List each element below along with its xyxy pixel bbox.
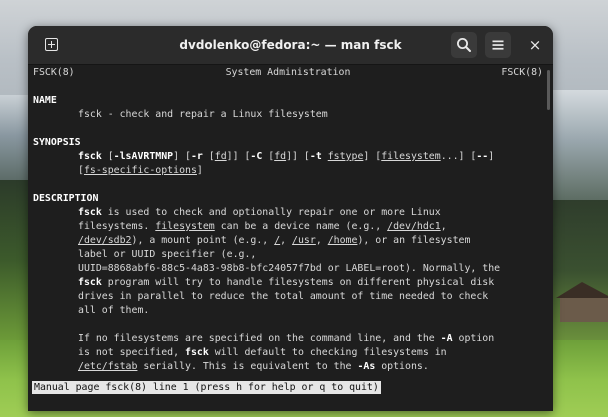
synopsis-option: -t: [309, 151, 322, 162]
synopsis-text: ]] [: [226, 151, 251, 162]
pager-status-line: Manual page fsck(8) line 1 (press h for …: [32, 381, 381, 394]
description-path: /dev/sdb2: [78, 235, 132, 246]
synopsis-text: ...] [: [440, 151, 477, 162]
description-text: will default to checking filesystems in: [208, 347, 447, 358]
man-header-center: System Administration: [225, 67, 351, 78]
description-text: ,: [440, 221, 447, 232]
description-line: all of them.: [78, 305, 150, 316]
description-option: -A: [440, 333, 453, 344]
window-titlebar[interactable]: dvdolenko@fedora:~ — man fsck ×: [28, 26, 553, 65]
synopsis-arg: fstype: [327, 151, 364, 162]
name-text: fsck - check and repair a Linux filesyst…: [78, 109, 328, 120]
description-line: fsck program will try to handle filesyst…: [78, 276, 494, 290]
synopsis-text: ] [: [173, 151, 191, 162]
man-header-right: FSCK(8): [501, 67, 543, 78]
synopsis-text: [: [202, 151, 215, 162]
description-line: If no filesystems are specified on the c…: [78, 332, 494, 346]
synopsis-text: [: [262, 151, 275, 162]
synopsis-option: --: [476, 151, 489, 162]
man-header: FSCK(8) System Administration FSCK(8): [33, 66, 545, 80]
description-path: /home: [327, 235, 358, 246]
synopsis-line-1: fsck [-lsAVRTMNP] [-r [fd]] [-C [fd]] [-…: [78, 150, 494, 164]
description-command: fsck: [78, 277, 102, 288]
synopsis-option: -r: [190, 151, 203, 162]
description-text: If no filesystems are specified on the c…: [78, 333, 441, 344]
terminal-window: dvdolenko@fedora:~ — man fsck × FSCK(8) …: [28, 26, 553, 411]
description-line: fsck is used to check and optionally rep…: [78, 206, 441, 220]
description-text: can be a device name (e.g.,: [214, 221, 388, 232]
description-text: filesystems.: [78, 221, 156, 232]
description-text: option: [452, 333, 495, 344]
description-command: fsck: [78, 207, 102, 218]
close-button[interactable]: ×: [522, 32, 548, 58]
description-text: ,: [315, 235, 328, 246]
new-tab-button[interactable]: [39, 32, 65, 58]
description-text: ,: [280, 235, 293, 246]
description-path: /dev/hdc1: [387, 221, 441, 232]
synopsis-arg: fd: [214, 151, 227, 162]
description-text: program will try to handle filesystems o…: [101, 277, 495, 288]
synopsis-text: ]] [: [286, 151, 310, 162]
synopsis-arg: fd: [274, 151, 287, 162]
description-line: is not specified, fsck will default to c…: [78, 346, 447, 360]
description-line: /etc/fstab serially. This is equivalent …: [78, 360, 429, 374]
synopsis-arg: fs-specific-options: [83, 165, 197, 176]
description-text: options.: [375, 361, 429, 372]
description-command: fsck: [185, 347, 209, 358]
section-heading-description: DESCRIPTION: [33, 193, 99, 204]
synopsis-line-2: [fs-specific-options]: [78, 164, 203, 178]
menu-button[interactable]: [485, 32, 511, 58]
search-icon: [457, 38, 471, 52]
description-text: is used to check and optionally repair o…: [101, 207, 441, 218]
description-line: label or UUID specifier (e.g.,: [78, 249, 257, 260]
terminal-scrollbar[interactable]: [547, 66, 551, 411]
description-text: ), a mount point (e.g.,: [131, 235, 275, 246]
synopsis-text: ] [: [363, 151, 382, 162]
description-text: ), or an filesystem: [357, 235, 471, 246]
description-line: /dev/sdb2), a mount point (e.g., /, /usr…: [78, 234, 470, 248]
description-line: UUID=8868abf6-88c5-4a83-98b8-bfc24057f7b…: [78, 263, 501, 274]
synopsis-text: ]: [196, 165, 203, 176]
description-arg: filesystem: [155, 221, 215, 232]
description-path: /etc/fstab: [78, 361, 138, 372]
description-line: filesystems. filesystem can be a device …: [78, 220, 447, 234]
synopsis-text: [: [101, 151, 114, 162]
close-icon: ×: [528, 36, 542, 54]
description-line: drives in parallel to reduce the total a…: [78, 291, 489, 302]
hamburger-menu-icon: [492, 40, 504, 50]
section-heading-name: NAME: [33, 95, 57, 106]
scrollbar-thumb[interactable]: [547, 70, 550, 110]
synopsis-option: -C: [250, 151, 263, 162]
synopsis-arg: filesystem: [381, 151, 441, 162]
synopsis-text: ]: [488, 151, 495, 162]
section-heading-synopsis: SYNOPSIS: [33, 137, 81, 148]
new-tab-icon: [45, 38, 58, 51]
wallpaper-hut: [556, 282, 608, 322]
description-text: is not specified,: [78, 347, 186, 358]
description-option: -As: [357, 361, 376, 372]
description-path: /usr: [292, 235, 316, 246]
synopsis-option: -lsAVRTMNP: [113, 151, 174, 162]
synopsis-command: fsck: [78, 151, 102, 162]
terminal-content[interactable]: FSCK(8) System Administration FSCK(8) NA…: [33, 66, 545, 409]
search-button[interactable]: [451, 32, 477, 58]
description-text: serially. This is equivalent to the: [137, 361, 358, 372]
